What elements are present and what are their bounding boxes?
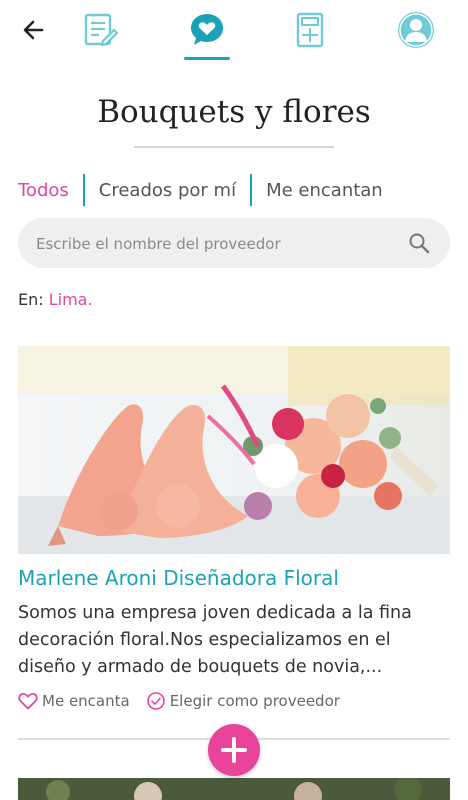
location-line: En: Lima. (18, 290, 93, 309)
search-icon[interactable] (408, 232, 430, 254)
vendor-name-link[interactable]: Marlene Aroni Diseñadora Floral (18, 566, 339, 590)
profile-icon (398, 12, 434, 48)
filter-mine[interactable]: Creados por mí (85, 180, 250, 201)
top-nav (0, 0, 468, 64)
back-button[interactable] (8, 8, 60, 52)
check-circle-icon (146, 692, 165, 710)
like-button[interactable]: Me encanta (18, 692, 130, 710)
next-photo-preview (18, 778, 450, 800)
calculator-icon (296, 12, 324, 48)
search-input[interactable] (34, 218, 398, 270)
plus-icon (221, 737, 247, 763)
add-button[interactable] (208, 724, 260, 776)
location-city[interactable]: Lima. (49, 290, 93, 309)
bouquet-shoes-photo (18, 346, 450, 554)
filter-liked[interactable]: Me encantan (252, 180, 397, 201)
page-title: Bouquets y flores (97, 94, 371, 130)
budget-tab[interactable] (284, 8, 336, 52)
providers-tab[interactable] (181, 8, 233, 52)
heart-outline-icon (18, 693, 38, 710)
like-label: Me encanta (42, 692, 130, 710)
active-tab-indicator (184, 57, 230, 60)
heart-chat-icon (191, 14, 223, 45)
filter-tabs: Todos Creados por mí Me encantan (18, 173, 397, 207)
card-actions: Me encanta Elegir como proveedor (18, 691, 356, 711)
search-bar (18, 218, 450, 270)
choose-provider-button[interactable]: Elegir como proveedor (146, 691, 340, 711)
profile-tab[interactable] (390, 8, 442, 52)
back-arrow-icon (23, 20, 44, 40)
location-prefix: En: (18, 290, 44, 309)
notes-icon (84, 13, 119, 47)
choose-provider-label: Elegir como proveedor (169, 692, 340, 710)
filter-all[interactable]: Todos (18, 180, 83, 201)
next-vendor-photo[interactable] (18, 778, 450, 800)
title-underline (134, 146, 334, 148)
vendor-description: Somos una empresa joven dedicada a la fi… (18, 603, 412, 677)
notes-tab[interactable] (74, 8, 126, 52)
vendor-photo[interactable] (18, 346, 450, 554)
